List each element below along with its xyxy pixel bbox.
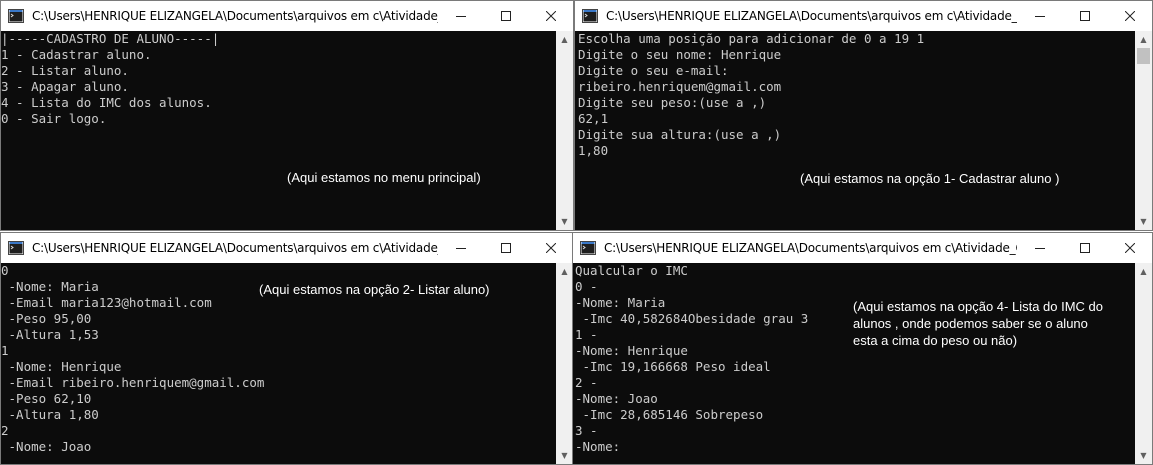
window-title: C:\Users\HENRIQUE ELIZANGELA\Documents\a… — [32, 241, 438, 255]
close-icon — [545, 243, 556, 253]
vertical-scrollbar[interactable]: ▲ ▼ — [1135, 31, 1152, 230]
console-line: -Altura 1,80 — [1, 407, 99, 422]
scroll-up-arrow-icon[interactable]: ▲ — [1135, 31, 1152, 48]
console-line: 0 - — [575, 279, 598, 294]
maximize-button[interactable] — [483, 1, 528, 31]
scroll-thumb[interactable] — [1137, 48, 1150, 64]
console-line: -Nome: Henrique — [1, 359, 122, 374]
scroll-down-arrow-icon[interactable]: ▼ — [1135, 447, 1152, 464]
console-line: -Peso 95,00 — [1, 311, 92, 326]
console-line: 1,80 — [578, 143, 609, 158]
maximize-button[interactable] — [1062, 233, 1107, 263]
console-line: ribeiro.henriquem@gmail.com — [578, 79, 782, 94]
annotation-note: (Aqui estamos no menu principal) — [287, 170, 481, 185]
minimize-button[interactable] — [438, 1, 483, 31]
console-line: -Altura 1,53 — [1, 327, 99, 342]
console-window-bmi-list: C:\Users\HENRIQUE ELIZANGELA\Documents\a… — [572, 232, 1153, 465]
console-output[interactable]: |-----CADASTRO DE ALUNO-----| 1 - Cadast… — [1, 31, 556, 230]
close-button[interactable] — [1107, 1, 1152, 31]
scroll-up-arrow-icon[interactable]: ▲ — [556, 31, 573, 48]
minimize-button[interactable] — [438, 233, 483, 263]
close-button[interactable] — [528, 233, 573, 263]
minimize-icon — [455, 248, 466, 249]
minimize-icon — [455, 16, 466, 17]
console-app-icon — [582, 9, 598, 23]
maximize-icon — [500, 11, 511, 21]
console-line: -Nome: Joao — [575, 391, 658, 406]
console-line: 1 - Cadastrar aluno. — [1, 47, 152, 62]
console-line: Escolha uma posição para adicionar de 0 … — [578, 31, 925, 46]
minimize-button[interactable] — [1017, 233, 1062, 263]
console-line: 0 — [1, 263, 9, 278]
window-title: C:\Users\HENRIQUE ELIZANGELA\Documents\a… — [604, 241, 1017, 255]
window-title: C:\Users\HENRIQUE ELIZANGELA\Documents\a… — [32, 9, 438, 23]
maximize-icon — [1079, 11, 1090, 21]
close-icon — [545, 11, 556, 21]
console-line: |-----CADASTRO DE ALUNO-----| — [1, 31, 220, 46]
maximize-icon — [500, 243, 511, 253]
scroll-down-arrow-icon[interactable]: ▼ — [1135, 213, 1152, 230]
vertical-scrollbar[interactable]: ▲ ▼ — [1135, 263, 1152, 464]
console-line: -Nome: — [575, 439, 621, 454]
console-line: -Peso 62,10 — [1, 391, 92, 406]
minimize-icon — [1034, 16, 1045, 17]
annotation-note: (Aqui estamos na opção 4- Lista do IMC d… — [853, 299, 1104, 348]
maximize-button[interactable] — [483, 233, 528, 263]
console-app-icon — [8, 9, 24, 23]
close-button[interactable] — [1107, 233, 1152, 263]
console-output[interactable]: Qualcular o IMC 0 - -Nome: Maria -Imc 40… — [575, 263, 1135, 464]
title-bar[interactable]: C:\Users\HENRIQUE ELIZANGELA\Documents\a… — [1, 1, 573, 31]
maximize-button[interactable] — [1062, 1, 1107, 31]
scroll-up-arrow-icon[interactable]: ▲ — [556, 263, 573, 280]
vertical-scrollbar[interactable]: ▲ ▼ — [556, 31, 573, 230]
scroll-down-arrow-icon[interactable]: ▼ — [556, 447, 573, 464]
console-line: Digite o seu nome: Henrique — [578, 47, 782, 62]
console-window-register-student: C:\Users\HENRIQUE ELIZANGELA\Documents\a… — [574, 0, 1153, 231]
scroll-up-arrow-icon[interactable]: ▲ — [1135, 263, 1152, 280]
console-app-icon — [8, 241, 24, 255]
console-window-main-menu: C:\Users\HENRIQUE ELIZANGELA\Documents\a… — [0, 0, 574, 231]
title-bar[interactable]: C:\Users\HENRIQUE ELIZANGELA\Documents\a… — [573, 233, 1152, 263]
scroll-down-arrow-icon[interactable]: ▼ — [556, 213, 573, 230]
close-icon — [1124, 11, 1135, 21]
console-output[interactable]: Escolha uma posição para adicionar de 0 … — [578, 31, 1135, 230]
console-line: 0 - Sair logo. — [1, 111, 107, 126]
console-line: 3 - Apagar aluno. — [1, 79, 129, 94]
maximize-icon — [1079, 243, 1090, 253]
console-line: Digite seu peso:(use a ,) — [578, 95, 767, 110]
minimize-icon — [1034, 248, 1045, 249]
annotation-note: (Aqui estamos na opção 1- Cadastrar alun… — [800, 171, 1060, 186]
console-line: Qualcular o IMC — [575, 263, 688, 278]
title-bar[interactable]: C:\Users\HENRIQUE ELIZANGELA\Documents\a… — [1, 233, 573, 263]
console-line: 3 - — [575, 423, 598, 438]
console-line: 1 — [1, 343, 9, 358]
title-bar[interactable]: C:\Users\HENRIQUE ELIZANGELA\Documents\a… — [575, 1, 1152, 31]
console-line: -Nome: Joao — [1, 439, 92, 454]
console-line: Digite sua altura:(use a ,) — [578, 127, 782, 142]
console-line: -Imc 19,166668 Peso ideal — [575, 359, 771, 374]
console-line: 62,1 — [578, 111, 609, 126]
vertical-scrollbar[interactable]: ▲ ▼ — [556, 263, 573, 464]
console-line: -Imc 28,685146 Sobrepeso — [575, 407, 764, 422]
window-title: C:\Users\HENRIQUE ELIZANGELA\Documents\a… — [606, 9, 1017, 23]
close-icon — [1124, 243, 1135, 253]
minimize-button[interactable] — [1017, 1, 1062, 31]
console-line: 2 - — [575, 375, 598, 390]
console-app-icon — [580, 241, 596, 255]
console-line: 2 — [1, 423, 9, 438]
console-window-list-students: C:\Users\HENRIQUE ELIZANGELA\Documents\a… — [0, 232, 574, 465]
console-line: Digite o seu e-mail: — [578, 63, 729, 78]
annotation-note: (Aqui estamos na opção 2- Listar aluno) — [259, 282, 490, 297]
console-line: 2 - Listar aluno. — [1, 63, 129, 78]
close-button[interactable] — [528, 1, 573, 31]
console-line: -Email ribeiro.henriquem@gmail.com — [1, 375, 265, 390]
console-line: 4 - Lista do IMC dos alunos. — [1, 95, 212, 110]
